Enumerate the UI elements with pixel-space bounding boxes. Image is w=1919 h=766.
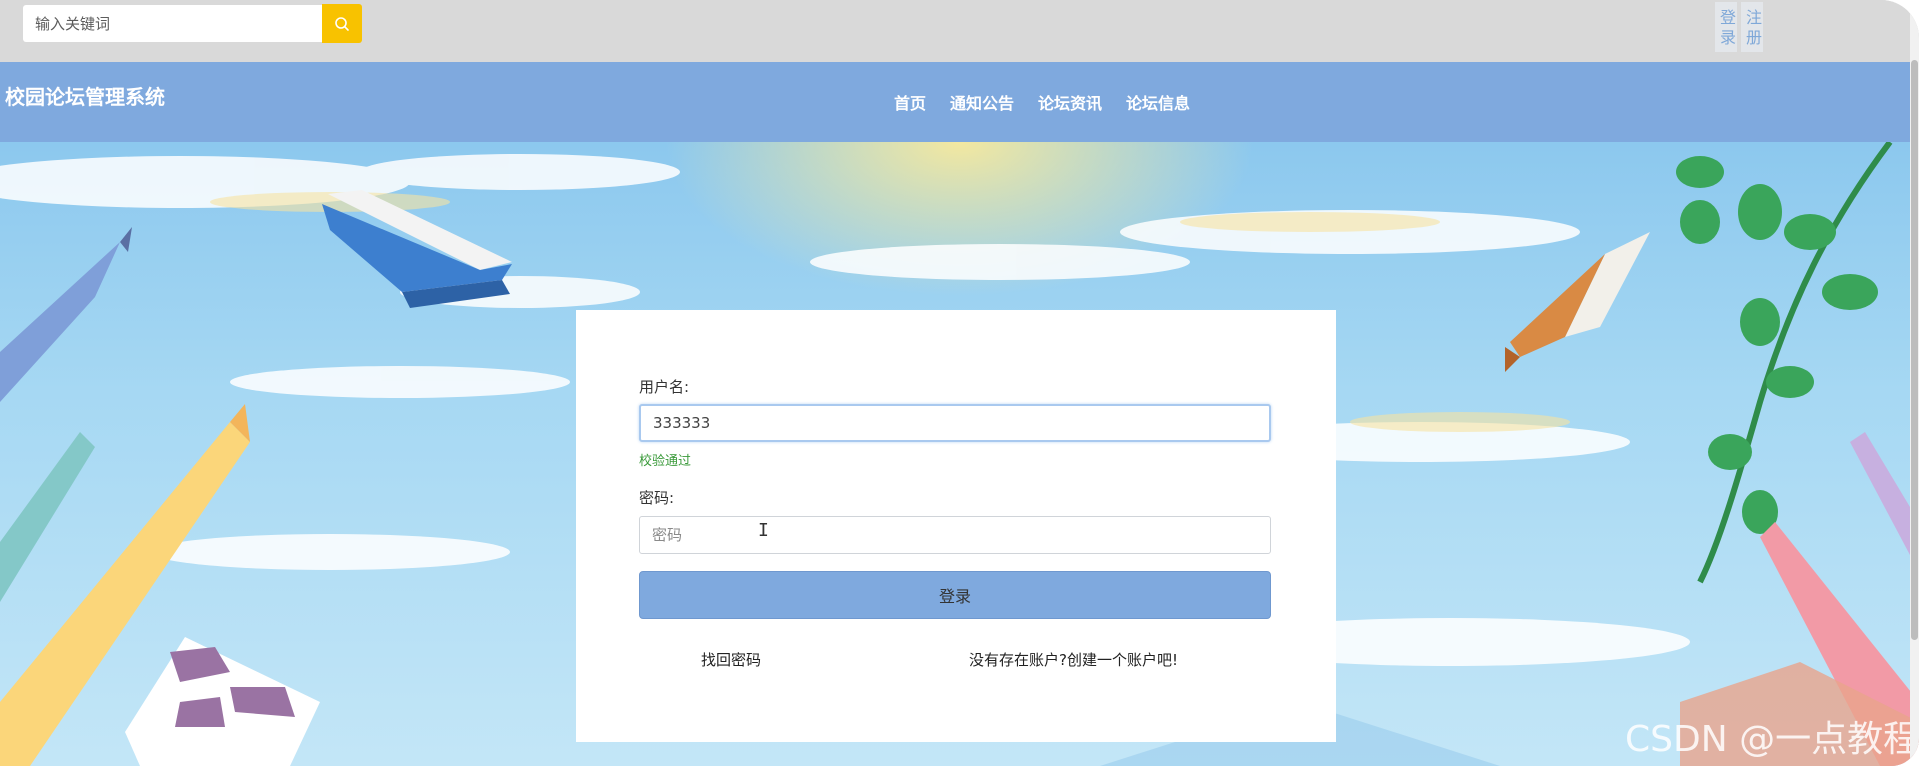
- nav-item-forum-info[interactable]: 论坛信息: [1126, 90, 1190, 114]
- nav-item-forum-news[interactable]: 论坛资讯: [1038, 90, 1102, 114]
- username-label: 用户名:: [639, 378, 690, 396]
- create-account-link[interactable]: 没有存在账户?创建一个账户吧!: [969, 649, 1178, 670]
- pencil-illustration-purple: [1850, 432, 1919, 572]
- login-submit-button[interactable]: 登录: [639, 571, 1271, 619]
- password-field[interactable]: [639, 516, 1271, 554]
- site-title: 校园论坛管理系统: [5, 85, 165, 109]
- vine-illustration: [1676, 142, 1893, 584]
- browser-viewport: 登录 注册 校园论坛管理系统 首页 通知公告 论坛资讯 论坛信息: [0, 0, 1919, 766]
- password-label: 密码:: [639, 489, 675, 507]
- nav-links: 首页 通知公告 论坛资讯 论坛信息: [894, 90, 1190, 114]
- forgot-password-link[interactable]: 找回密码: [701, 649, 761, 670]
- username-validation-message: 校验通过: [639, 454, 692, 469]
- pencil-illustration-blue: [0, 227, 132, 402]
- book-illustration-orange: [1505, 232, 1650, 372]
- search-button[interactable]: [322, 4, 362, 43]
- text-cursor-icon: I: [758, 520, 769, 541]
- login-card: 用户名: 校验通过 密码: 登录 找回密码 没有存在账户?创建一个账户吧!: [576, 310, 1336, 742]
- watermark: CSDN @一点教程: [1625, 719, 1919, 760]
- nav-item-notices[interactable]: 通知公告: [950, 90, 1014, 114]
- search-icon: [335, 16, 349, 31]
- search-input[interactable]: [23, 5, 323, 42]
- open-book-illustration: [125, 637, 320, 766]
- login-link[interactable]: 登录: [1715, 2, 1737, 52]
- username-field[interactable]: [639, 404, 1271, 442]
- pencil-illustration-teal: [0, 432, 95, 602]
- scrollbar-thumb[interactable]: [1911, 60, 1918, 640]
- main-navbar: 校园论坛管理系统 首页 通知公告 论坛资讯 论坛信息: [0, 62, 1919, 142]
- top-utility-bar: 登录 注册: [0, 0, 1919, 62]
- nav-item-home[interactable]: 首页: [894, 90, 926, 114]
- register-link[interactable]: 注册: [1741, 2, 1763, 52]
